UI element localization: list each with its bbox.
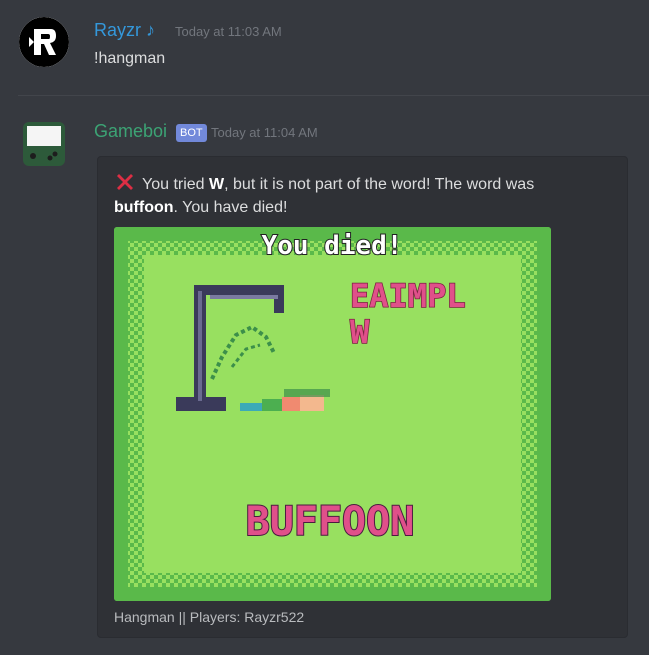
avatar-gameboi[interactable] — [19, 120, 69, 168]
gameboy-icon — [23, 122, 65, 166]
embed-description: You tried W, but it is not part of the w… — [114, 171, 594, 219]
hangman-image[interactable]: You died! EAIMPL W BUFFOON — [114, 227, 551, 601]
desc-text: . You have died! — [173, 199, 288, 216]
guessed-letters-line2: W — [350, 313, 370, 351]
timestamp: Today at 11:04 AM — [211, 125, 318, 140]
body-part — [240, 403, 262, 411]
r-logo-icon — [19, 17, 69, 67]
guessed-letters-line1: EAIMPL — [350, 277, 466, 315]
desc-word: buffoon — [114, 199, 174, 216]
embed-footer: Hangman || Players: Rayzr522 — [114, 609, 305, 625]
author-name-text: Rayzr — [94, 20, 142, 40]
desc-text: , but it is not part of the word! The wo… — [224, 176, 535, 193]
desc-text: You tried — [142, 176, 210, 193]
x-mark-icon — [117, 174, 133, 190]
image-title: You died! — [262, 231, 403, 261]
avatar-rayzr[interactable] — [19, 17, 69, 67]
message-rayzr: Rayzr ♪ Today at 11:03 AM !hangman — [0, 0, 649, 95]
secret-word: BUFFOON — [246, 499, 415, 545]
desc-letter: W — [209, 176, 225, 193]
timestamp: Today at 11:03 AM — [175, 24, 282, 39]
author-name-gameboi[interactable]: Gameboi — [94, 121, 167, 142]
message-divider — [18, 95, 649, 96]
gallows-beam — [194, 285, 284, 295]
bot-badge: BOT — [176, 124, 207, 142]
embed: You tried W, but it is not part of the w… — [97, 156, 628, 638]
music-note-icon: ♪ — [146, 20, 156, 40]
hangman-scene: You died! EAIMPL W BUFFOON — [114, 227, 551, 601]
message-text: !hangman — [94, 50, 166, 67]
author-name-rayzr[interactable]: Rayzr ♪ — [94, 20, 155, 41]
